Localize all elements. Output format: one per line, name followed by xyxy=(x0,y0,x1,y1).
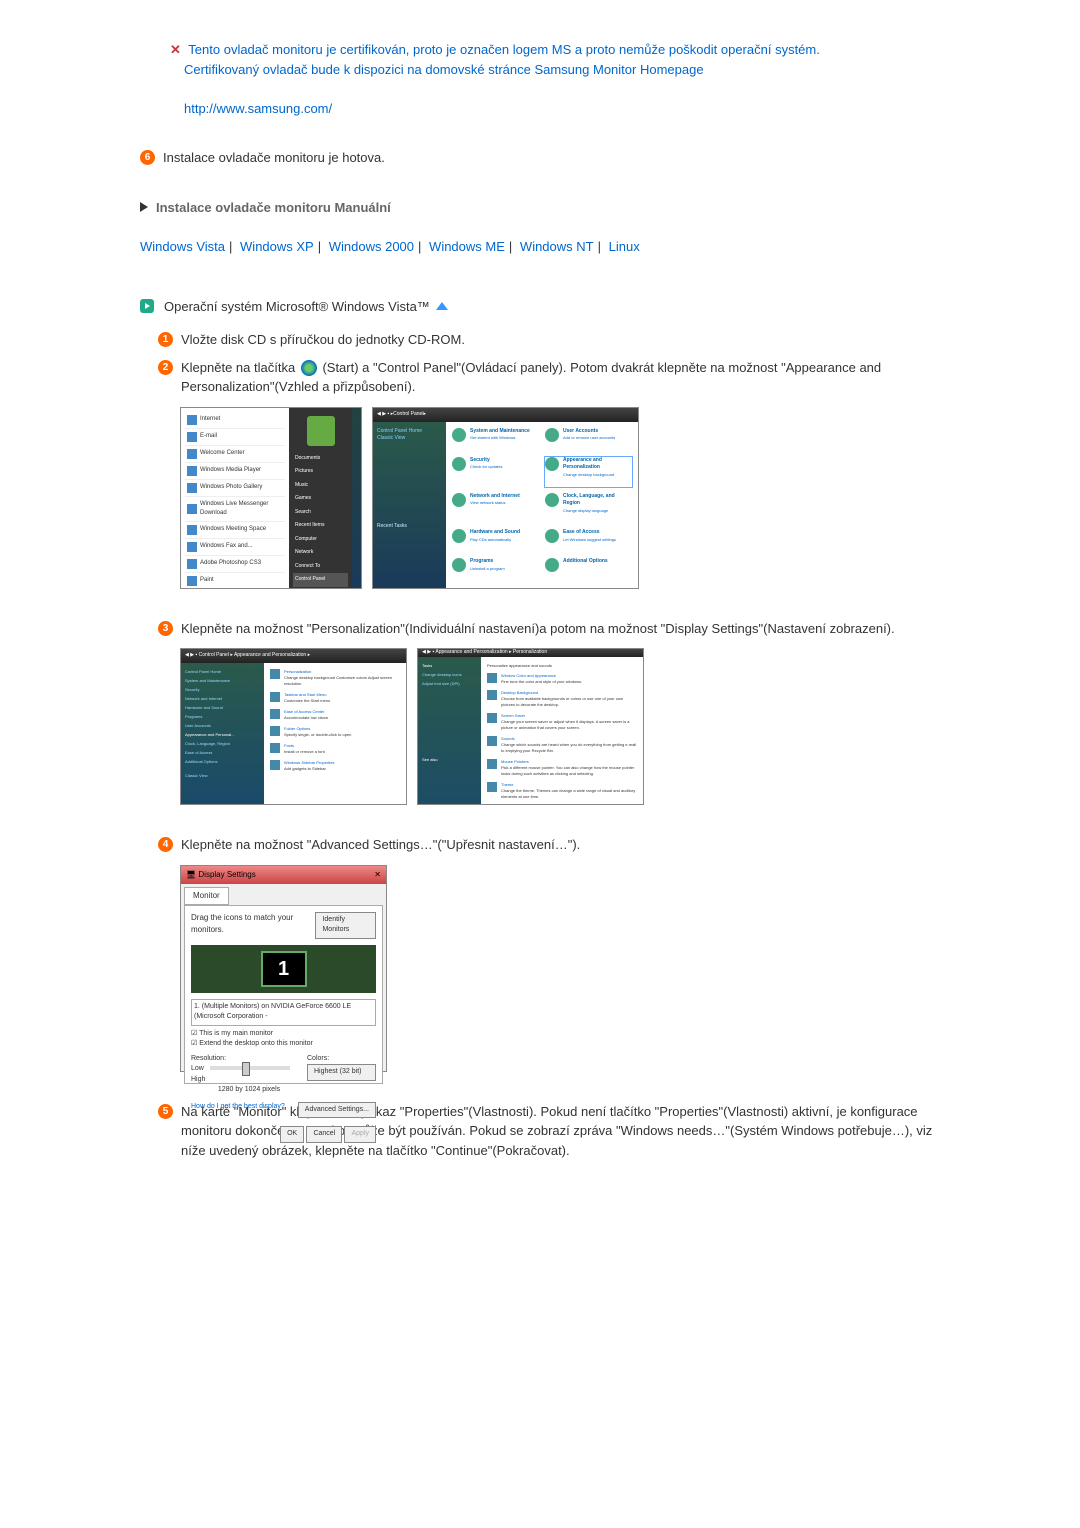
circle-2-icon: 2 xyxy=(158,360,173,375)
ds-drag-label: Drag the icons to match your monitors. xyxy=(191,912,315,939)
samsung-url[interactable]: http://www.samsung.com/ xyxy=(184,101,332,116)
cp-breadcrumb: ◀ ▶ ▪ ▸ Control Panel ▸ xyxy=(373,408,638,422)
vista-step-3: 3 Klepněte na možnost "Personalization"(… xyxy=(158,619,940,639)
colors-dropdown[interactable]: Highest (32 bit) xyxy=(307,1064,376,1081)
cp-categories: System and MaintenanceGet started with W… xyxy=(446,422,638,588)
vista-step-2-text: Klepněte na tlačítka (Start) a "Control … xyxy=(181,358,940,397)
control-panel-screenshot: ◀ ▶ ▪ ▸ Control Panel ▸ Control Panel Ho… xyxy=(372,407,639,589)
circle-6-icon: 6 xyxy=(140,150,155,165)
display-settings-screenshot: 🖥 Display Settings ✕ Monitor Drag the ic… xyxy=(180,865,387,1072)
manual-header-text: Instalace ovladače monitoru Manuální xyxy=(156,198,391,218)
close-icon: ✕ xyxy=(374,869,381,881)
resolution-slider[interactable] xyxy=(210,1066,290,1070)
link-xp[interactable]: Windows XP xyxy=(240,239,314,254)
colors-label: Colors: xyxy=(307,1054,376,1065)
start-right-pane: Documents Pictures Music Games Search Re… xyxy=(289,408,352,588)
start-left-pane: Internet E-mail Welcome Center Windows M… xyxy=(181,408,289,588)
monitor-1-icon: 1 xyxy=(261,951,307,987)
ds-tab-monitor: Monitor xyxy=(184,887,229,905)
vista-step-1-text: Vložte disk CD s příručkou do jednotky C… xyxy=(181,330,465,350)
vista-step-2: 2 Klepněte na tlačítka (Start) a "Contro… xyxy=(158,358,940,397)
appearance-panel-screenshot: ◀ ▶ ▪ Control Panel ▸ Appearance and Per… xyxy=(180,648,407,805)
cb-main-monitor[interactable]: ☑ This is my main monitor xyxy=(191,1029,376,1040)
cp-sidebar: Control Panel Home Classic View Recent T… xyxy=(373,422,446,588)
note-line1: Tento ovladač monitoru je certifikován, … xyxy=(188,42,820,57)
os-links: Windows Vista| Windows XP| Windows 2000|… xyxy=(140,237,940,257)
personalization-items: Personalize appearance and sounds Window… xyxy=(481,657,643,806)
link-linux[interactable]: Linux xyxy=(609,239,640,254)
resolution-value: 1280 by 1024 pixels xyxy=(191,1085,307,1096)
step-6: 6 Instalace ovladače monitoru je hotova. xyxy=(140,148,940,168)
screenshots-row-1: Internet E-mail Welcome Center Windows M… xyxy=(180,407,940,589)
cb-extend-desktop[interactable]: ☑ Extend the desktop onto this monitor xyxy=(191,1039,376,1050)
step-6-text: Instalace ovladače monitoru je hotova. xyxy=(163,148,385,168)
monitor-dropdown[interactable]: 1. (Multiple Monitors) on NVIDIA GeForce… xyxy=(191,999,376,1026)
x-icon: ✕ xyxy=(170,42,181,57)
vista-step-4-text: Klepněte na možnost "Advanced Settings…"… xyxy=(181,835,580,855)
vista-step-1: 1 Vložte disk CD s příručkou do jednotky… xyxy=(158,330,940,350)
vista-start-menu-screenshot: Internet E-mail Welcome Center Windows M… xyxy=(180,407,362,589)
note-line2: Certifikovaný ovladač bude k dispozici n… xyxy=(184,62,704,77)
best-display-link[interactable]: How do I get the best display? xyxy=(191,1102,285,1119)
ds-titlebar: 🖥 Display Settings ✕ xyxy=(181,866,386,884)
cancel-button[interactable]: Cancel xyxy=(306,1126,342,1143)
certification-note: ✕ Tento ovladač monitoru je certifikován… xyxy=(170,40,940,118)
apply-button[interactable]: Apply xyxy=(344,1126,376,1143)
appearance-sidebar: Control Panel Home System and Maintenanc… xyxy=(181,663,264,804)
manual-install-header: Instalace ovladače monitoru Manuální xyxy=(140,198,940,218)
up-triangle-icon[interactable] xyxy=(436,302,448,310)
link-2000[interactable]: Windows 2000 xyxy=(329,239,414,254)
monitor-preview: 1 xyxy=(191,945,376,993)
green-arrow-icon xyxy=(140,299,154,313)
vista-step-4: 4 Klepněte na možnost "Advanced Settings… xyxy=(158,835,940,855)
user-avatar-icon xyxy=(307,416,335,446)
appearance-items: PersonalizationChange desktop background… xyxy=(264,663,406,804)
ok-button[interactable]: OK xyxy=(280,1126,304,1143)
circle-4-icon: 4 xyxy=(158,837,173,852)
screenshots-row-2: ◀ ▶ ▪ Control Panel ▸ Appearance and Per… xyxy=(180,648,940,805)
link-vista[interactable]: Windows Vista xyxy=(140,239,225,254)
circle-1-icon: 1 xyxy=(158,332,173,347)
personalization-sidebar: Tasks Change desktop icons Adjust font s… xyxy=(418,657,481,806)
arrow-icon xyxy=(140,202,148,212)
personalization-screenshot: ◀ ▶ ▪ Appearance and Personalization ▸ P… xyxy=(417,648,644,805)
advanced-settings-button[interactable]: Advanced Settings... xyxy=(298,1102,376,1119)
start-button-icon xyxy=(301,360,317,376)
vista-section-header: Operační systém Microsoft® Windows Vista… xyxy=(140,297,940,317)
vista-title: Operační systém Microsoft® Windows Vista… xyxy=(164,297,430,317)
circle-3-icon: 3 xyxy=(158,621,173,636)
circle-5-icon: 5 xyxy=(158,1104,173,1119)
identify-monitors-button[interactable]: Identify Monitors xyxy=(315,912,376,939)
vista-step-3-text: Klepněte na možnost "Personalization"(In… xyxy=(181,619,895,639)
link-nt[interactable]: Windows NT xyxy=(520,239,594,254)
link-me[interactable]: Windows ME xyxy=(429,239,505,254)
